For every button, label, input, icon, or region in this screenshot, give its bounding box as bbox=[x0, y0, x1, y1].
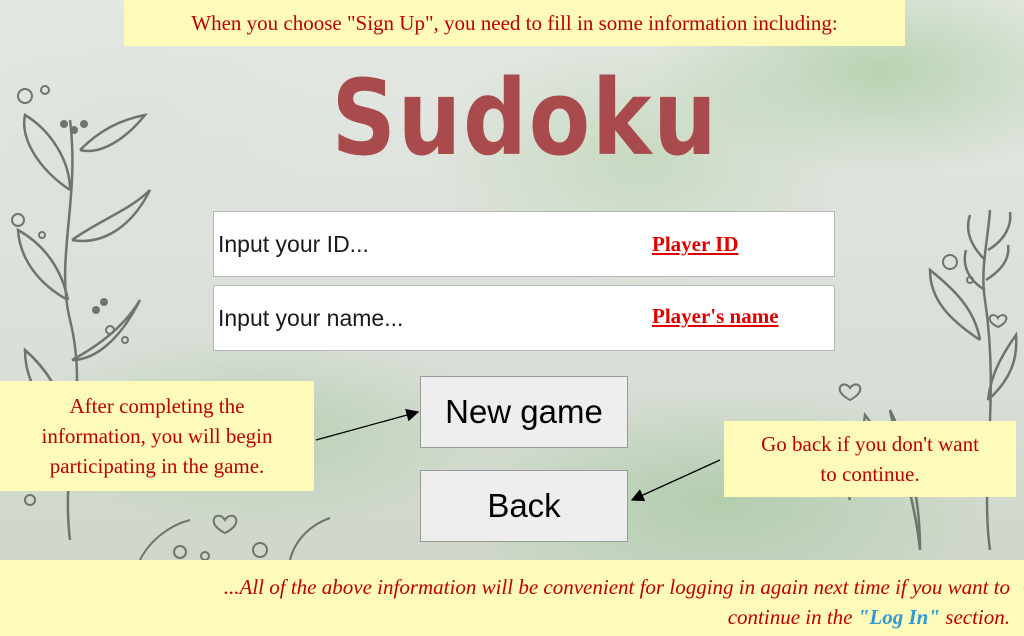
player-id-input[interactable] bbox=[214, 212, 834, 276]
back-arrow bbox=[630, 459, 721, 502]
callout-line: participating in the game. bbox=[49, 454, 265, 478]
player-id-field-container: Player ID bbox=[213, 211, 835, 277]
floral-decoration-right bbox=[838, 209, 1018, 551]
bottom-caption: ...All of the above information will be … bbox=[0, 560, 1024, 636]
log-in-reference: "Log In" bbox=[857, 605, 941, 629]
player-name-field-container: Player's name bbox=[213, 285, 835, 351]
callout-line: Go back if you don't want bbox=[761, 432, 979, 456]
bottom-caption-line2: continue in the "Log In" section. bbox=[0, 602, 1010, 632]
bottom-caption-line1: ...All of the above information will be … bbox=[223, 575, 1010, 599]
app-window: When you choose "Sign Up", you need to f… bbox=[0, 0, 1024, 636]
bottom-caption-suffix: section. bbox=[940, 605, 1010, 629]
player-name-label: Player's name bbox=[652, 304, 779, 328]
app-title: Sudoku bbox=[331, 57, 719, 179]
back-button[interactable]: Back bbox=[420, 470, 628, 542]
new-game-button[interactable]: New game bbox=[420, 376, 628, 448]
back-callout: Go back if you don't want to continue. bbox=[724, 421, 1016, 497]
callout-line: to continue. bbox=[820, 462, 920, 486]
new-game-callout: After completing the information, you wi… bbox=[0, 381, 314, 491]
callout-line: After completing the bbox=[69, 394, 245, 418]
callout-line: information, you will begin bbox=[41, 424, 273, 448]
floral-decoration-bottom-left bbox=[139, 514, 331, 560]
top-caption: When you choose "Sign Up", you need to f… bbox=[124, 0, 905, 46]
new-game-arrow bbox=[315, 408, 420, 441]
bottom-caption-prefix: continue in the bbox=[727, 605, 858, 629]
player-id-label: Player ID bbox=[652, 232, 739, 256]
